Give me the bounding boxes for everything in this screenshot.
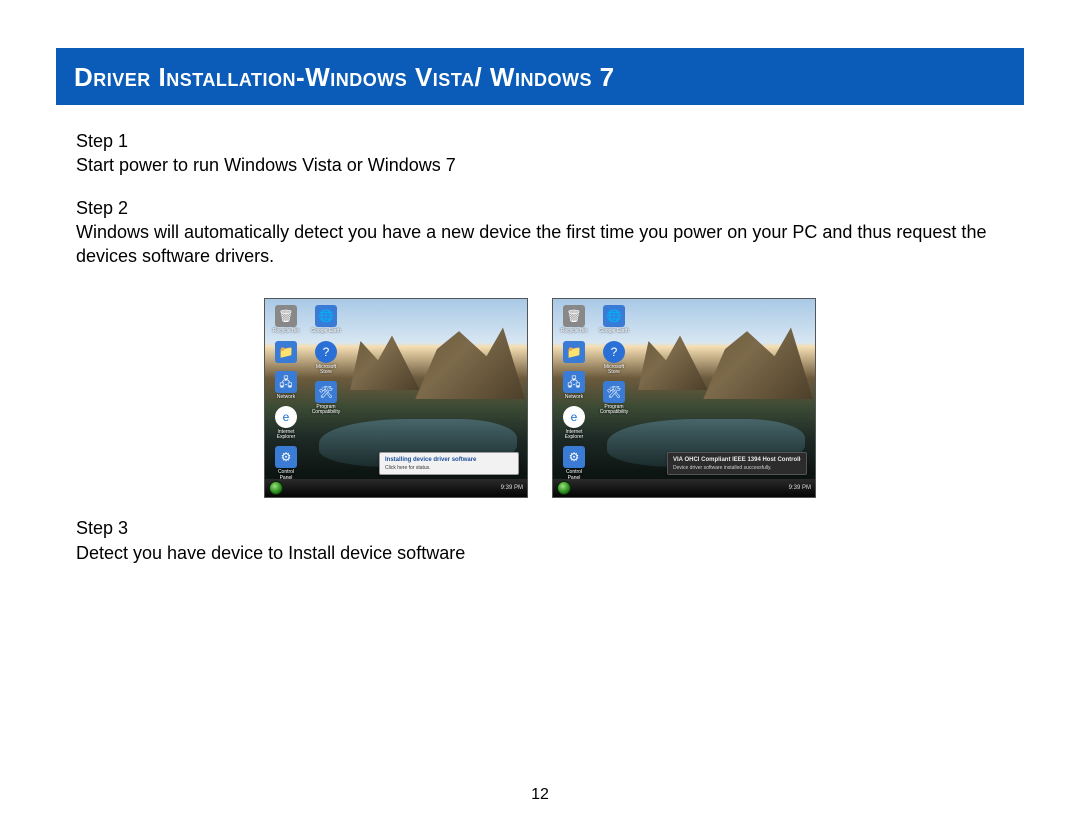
desktop-icons-col-2: 🌐 Google Earth ? Microsoft Store 🛠 Progr… bbox=[599, 305, 629, 415]
help-icon: ? Microsoft Store bbox=[311, 341, 341, 376]
control-panel-icon: ⚙ Control Panel bbox=[271, 446, 301, 481]
network-icon: 🖧 Network bbox=[559, 371, 589, 400]
mountain-graphic bbox=[703, 327, 813, 399]
balloon-subtext: Device driver software installed success… bbox=[673, 465, 801, 472]
recycle-bin-icon: 🗑 Recycle Bin bbox=[559, 305, 589, 334]
app-icon: 🛠 Program Compatibility bbox=[599, 381, 629, 416]
recycle-bin-icon: 🗑 Recycle Bin bbox=[271, 305, 301, 334]
app-icon: 🌐 Google Earth bbox=[599, 305, 629, 334]
network-icon: 🖧 Network bbox=[271, 371, 301, 400]
start-button-icon bbox=[269, 481, 283, 495]
app-icon: 🛠 Program Compatibility bbox=[311, 381, 341, 416]
internet-explorer-icon: e Internet Explorer bbox=[559, 406, 589, 441]
system-tray-clock: 9:39 PM bbox=[501, 484, 523, 492]
screenshot-left: 🗑 Recycle Bin 📁 🖧 Network e Internet Exp… bbox=[264, 298, 528, 498]
taskbar: 9:39 PM bbox=[265, 479, 527, 497]
mountain-graphic bbox=[350, 335, 420, 390]
control-panel-icon: ⚙ Control Panel bbox=[559, 446, 589, 481]
balloon-title: Installing device driver software bbox=[385, 456, 513, 464]
document-page: Driver Installation-Windows Vista/ Windo… bbox=[0, 0, 1080, 834]
step-3-label: Step 3 bbox=[76, 516, 1004, 540]
step-1-label: Step 1 bbox=[76, 129, 1004, 153]
mountain-graphic bbox=[638, 335, 708, 390]
desktop-icons-col-2: 🌐 Google Earth ? Microsoft Store 🛠 Progr… bbox=[311, 305, 341, 415]
section-title: Driver Installation-Windows Vista/ Windo… bbox=[74, 62, 615, 92]
system-tray-clock: 9:39 PM bbox=[789, 484, 811, 492]
body-text: Step 1 Start power to run Windows Vista … bbox=[56, 129, 1024, 565]
desktop-icons-col-1: 🗑 Recycle Bin 📁 🖧 Network e Internet Exp… bbox=[559, 305, 589, 481]
app-icon: 🌐 Google Earth bbox=[311, 305, 341, 334]
internet-explorer-icon: e Internet Explorer bbox=[271, 406, 301, 441]
balloon-subtext: Click here for status. bbox=[385, 465, 513, 472]
step-1-desc: Start power to run Windows Vista or Wind… bbox=[76, 153, 1004, 177]
folder-icon: 📁 bbox=[271, 341, 301, 365]
notification-balloon-left: Installing device driver software Click … bbox=[379, 452, 519, 476]
step-2-label: Step 2 bbox=[76, 196, 1004, 220]
screenshot-right: 🗑 Recycle Bin 📁 🖧 Network e Internet Exp… bbox=[552, 298, 816, 498]
start-button-icon bbox=[557, 481, 571, 495]
section-title-bar: Driver Installation-Windows Vista/ Windo… bbox=[56, 48, 1024, 105]
taskbar: 9:39 PM bbox=[553, 479, 815, 497]
mountain-graphic bbox=[415, 327, 525, 399]
balloon-title: VIA OHCI Compliant IEEE 1394 Host Contro… bbox=[673, 456, 801, 464]
folder-icon: 📁 bbox=[559, 341, 589, 365]
notification-balloon-right: VIA OHCI Compliant IEEE 1394 Host Contro… bbox=[667, 452, 807, 476]
step-2-desc: Windows will automatically detect you ha… bbox=[76, 220, 1004, 269]
page-number: 12 bbox=[0, 786, 1080, 804]
desktop-icons-col-1: 🗑 Recycle Bin 📁 🖧 Network e Internet Exp… bbox=[271, 305, 301, 481]
help-icon: ? Microsoft Store bbox=[599, 341, 629, 376]
screenshot-row: 🗑 Recycle Bin 📁 🖧 Network e Internet Exp… bbox=[76, 298, 1004, 498]
step-3-desc: Detect you have device to Install device… bbox=[76, 541, 1004, 565]
